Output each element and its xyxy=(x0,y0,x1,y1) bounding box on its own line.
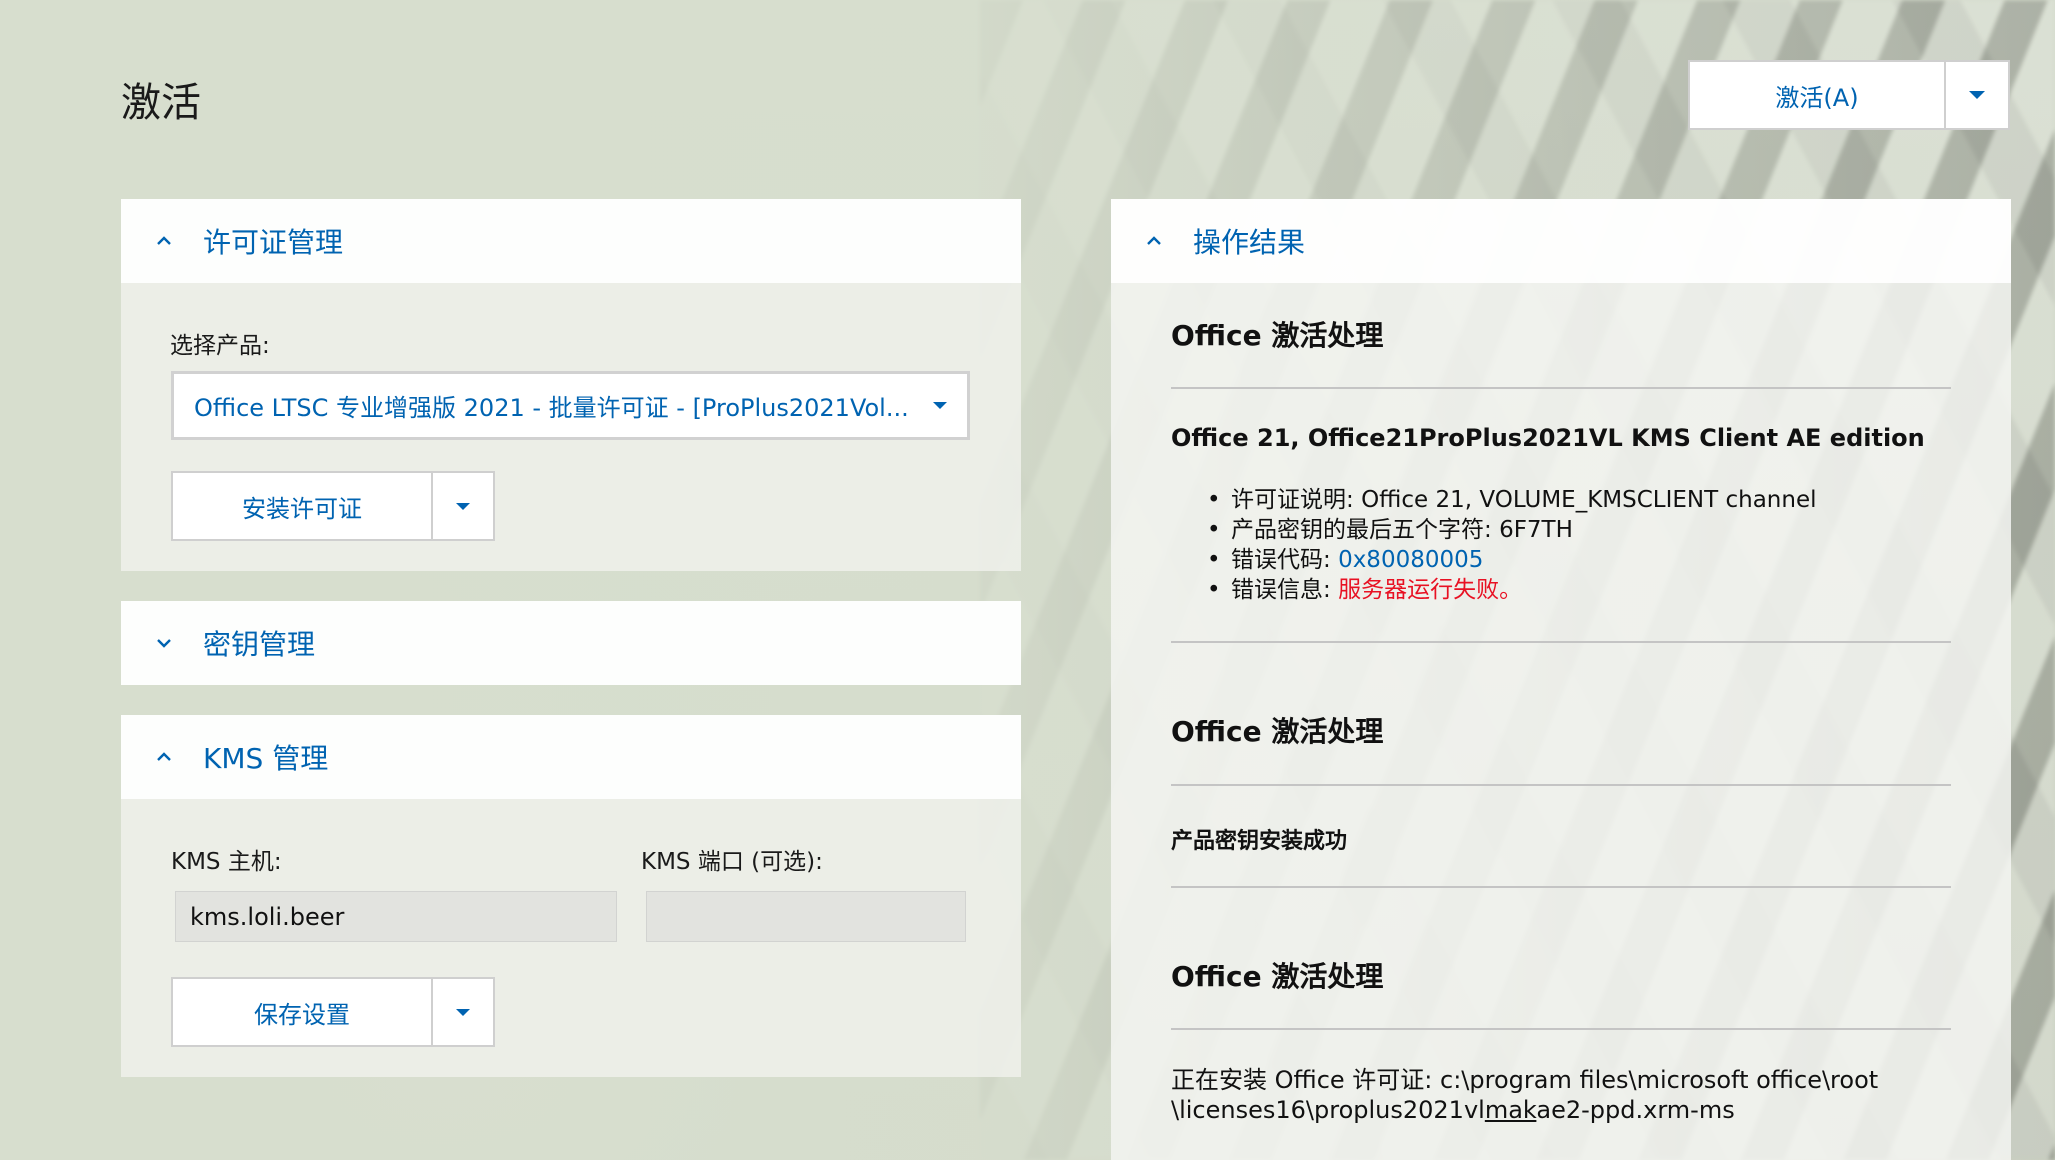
install-license-dropdown-button[interactable] xyxy=(433,473,493,539)
kms-panel-title: KMS 管理 xyxy=(203,742,329,775)
page-title: 激活 xyxy=(121,80,201,126)
result-heading: Office 激活处理 xyxy=(1171,715,1384,748)
divider xyxy=(1171,784,1951,786)
save-settings-button[interactable]: 保存设置 xyxy=(173,979,433,1045)
error-code: 0x80080005 xyxy=(1338,547,1484,573)
chevron-down-icon xyxy=(456,1008,470,1016)
error-message: 服务器运行失败。 xyxy=(1338,577,1523,603)
activate-split-button[interactable]: 激活(A) xyxy=(1688,60,2010,130)
select-product-label: 选择产品: xyxy=(170,333,270,359)
kms-host-input[interactable]: kms.loli.beer xyxy=(175,891,617,942)
key-panel-title: 密钥管理 xyxy=(203,628,316,661)
divider xyxy=(1171,641,1951,643)
results-panel-header[interactable]: 操作结果 xyxy=(1111,199,2011,283)
chevron-down-icon xyxy=(456,502,470,510)
list-item: 许可证说明: Office 21, VOLUME_KMSCLIENT chann… xyxy=(1207,485,1817,515)
activate-button[interactable]: 激活(A) xyxy=(1690,62,1946,128)
list-item: 错误代码: 0x80080005 xyxy=(1207,545,1817,575)
result-details-list: 许可证说明: Office 21, VOLUME_KMSCLIENT chann… xyxy=(1207,485,1817,605)
result-text: 正在安装 Office 许可证: c:\program files\micros… xyxy=(1171,1066,1879,1124)
install-license-button[interactable]: 安装许可证 xyxy=(173,473,433,539)
key-panel-header[interactable]: 密钥管理 xyxy=(121,601,1021,685)
license-panel-title: 许可证管理 xyxy=(203,226,344,259)
key-panel: 密钥管理 xyxy=(121,601,1021,685)
result-heading: Office 激活处理 xyxy=(1171,960,1384,993)
result-subheading: Office 21, Office21ProPlus2021VL KMS Cli… xyxy=(1171,424,1925,452)
chevron-up-icon xyxy=(151,228,177,254)
kms-port-input[interactable] xyxy=(646,891,966,942)
divider xyxy=(1171,886,1951,888)
install-license-split-button[interactable]: 安装许可证 xyxy=(171,471,495,541)
result-subheading: 产品密钥安装成功 xyxy=(1171,829,1348,854)
divider xyxy=(1171,1028,1951,1030)
kms-host-label: KMS 主机: xyxy=(171,849,282,875)
license-panel-header[interactable]: 许可证管理 xyxy=(121,199,1021,283)
activate-dropdown-button[interactable] xyxy=(1946,62,2008,128)
chevron-down-icon xyxy=(151,630,177,656)
save-settings-dropdown-button[interactable] xyxy=(433,979,493,1045)
chevron-down-icon xyxy=(933,402,947,409)
chevron-up-icon xyxy=(1141,228,1167,254)
product-select[interactable]: Office LTSC 专业增强版 2021 - 批量许可证 - [ProPlu… xyxy=(171,371,970,440)
kms-port-label: KMS 端口 (可选): xyxy=(641,849,823,875)
save-settings-split-button[interactable]: 保存设置 xyxy=(171,977,495,1047)
results-panel-title: 操作结果 xyxy=(1193,226,1306,259)
list-item: 产品密钥的最后五个字符: 6F7TH xyxy=(1207,515,1817,545)
kms-panel-header[interactable]: KMS 管理 xyxy=(121,715,1021,799)
chevron-down-icon xyxy=(1969,91,1985,99)
chevron-up-icon xyxy=(151,744,177,770)
divider xyxy=(1171,387,1951,389)
result-heading: Office 激活处理 xyxy=(1171,319,1384,352)
list-item: 错误信息: 服务器运行失败。 xyxy=(1207,575,1817,605)
product-select-value: Office LTSC 专业增强版 2021 - 批量许可证 - [ProPlu… xyxy=(194,394,909,422)
